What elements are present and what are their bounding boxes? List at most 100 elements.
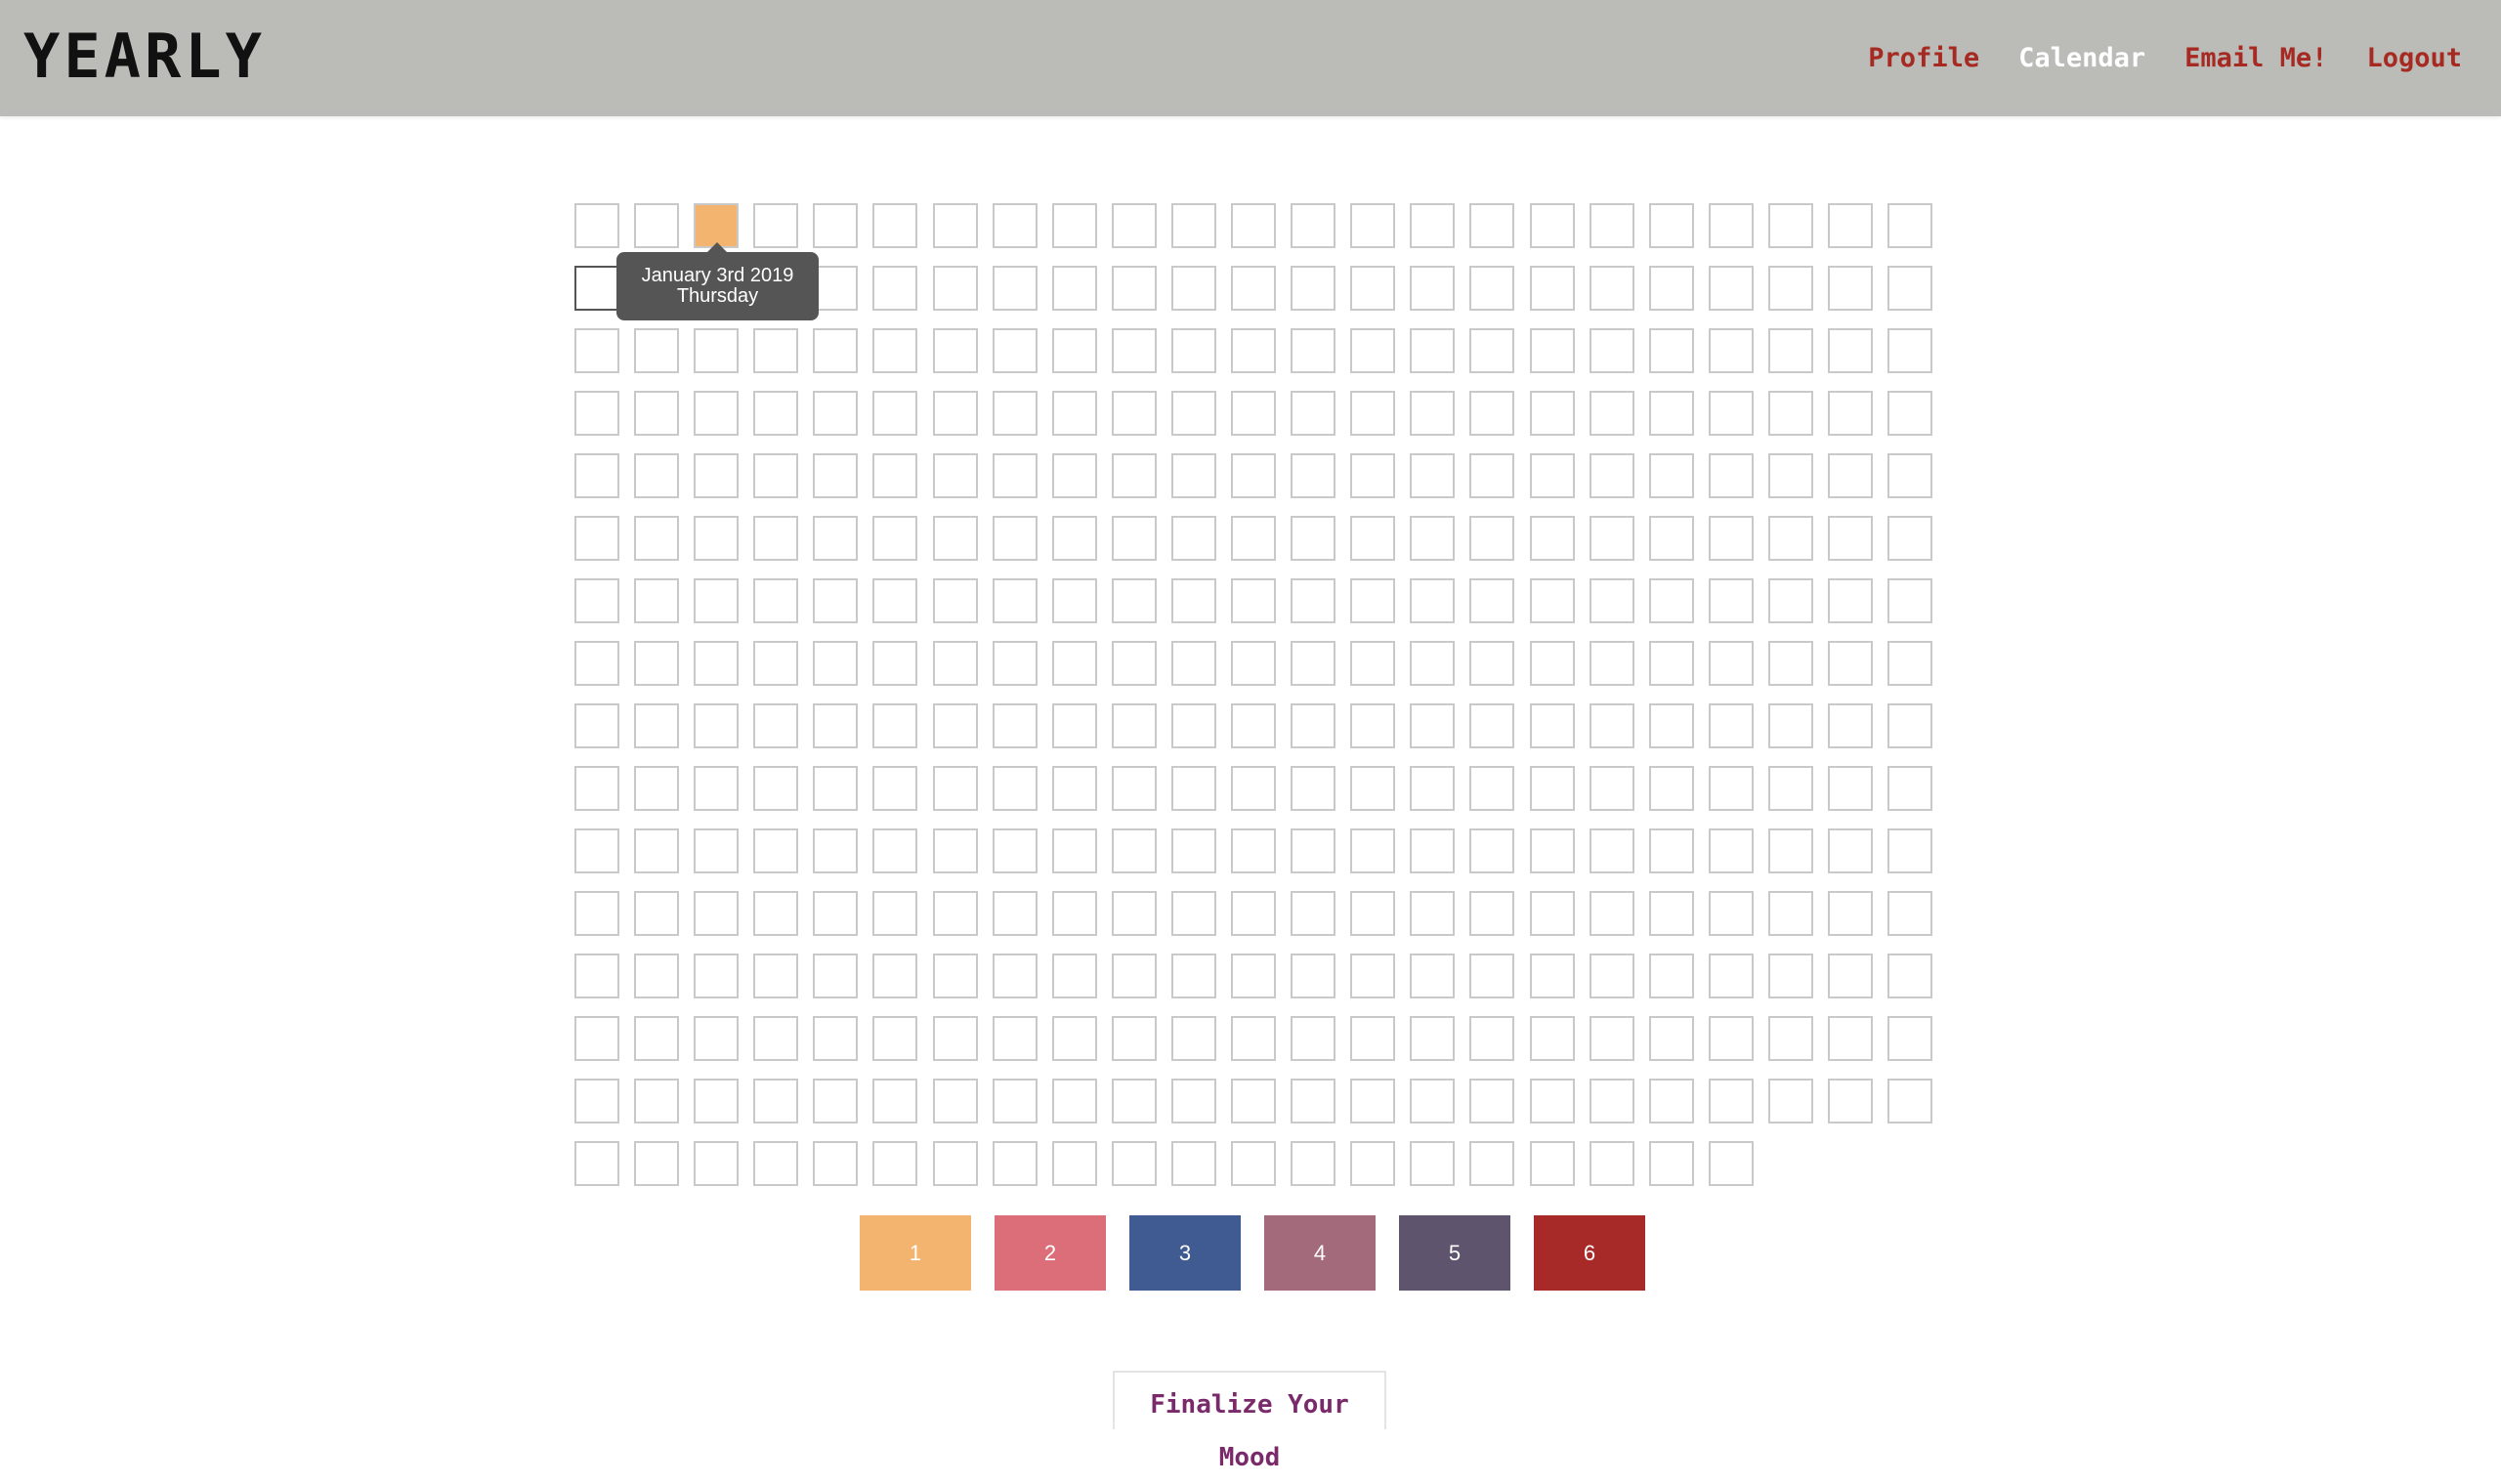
day-cell[interactable] (694, 891, 740, 936)
day-cell[interactable] (574, 1016, 619, 1061)
day-cell[interactable] (1589, 828, 1634, 873)
day-cell[interactable] (1827, 703, 1873, 748)
day-cell[interactable] (813, 766, 859, 811)
day-cell[interactable] (1291, 1016, 1336, 1061)
day-cell[interactable] (1051, 203, 1097, 248)
day-cell[interactable] (1827, 641, 1873, 686)
day-cell[interactable] (932, 453, 978, 498)
day-cell[interactable] (1589, 766, 1634, 811)
day-cell[interactable] (992, 641, 1038, 686)
day-cell[interactable] (1708, 391, 1754, 436)
day-cell[interactable] (1827, 516, 1873, 561)
day-cell[interactable] (992, 1141, 1038, 1186)
day-cell[interactable] (932, 954, 978, 998)
day-cell[interactable] (992, 954, 1038, 998)
nav-email-me[interactable]: Email Me! (2184, 35, 2327, 82)
day-cell[interactable] (932, 1079, 978, 1124)
day-cell[interactable] (1708, 828, 1754, 873)
day-cell[interactable] (1529, 203, 1575, 248)
day-cell[interactable] (1887, 328, 1933, 373)
day-cell[interactable] (1170, 766, 1216, 811)
day-cell[interactable] (1648, 703, 1694, 748)
day-cell[interactable] (634, 516, 680, 561)
day-cell[interactable] (634, 641, 680, 686)
day-cell[interactable] (1291, 578, 1336, 623)
day-cell[interactable] (1708, 1079, 1754, 1124)
day-cell[interactable] (1827, 578, 1873, 623)
day-cell[interactable] (1410, 516, 1456, 561)
day-cell[interactable] (932, 1016, 978, 1061)
day-cell[interactable] (1887, 703, 1933, 748)
day-cell[interactable] (813, 578, 859, 623)
day-cell[interactable] (872, 203, 918, 248)
day-cell[interactable] (1887, 203, 1933, 248)
day-cell[interactable] (1708, 766, 1754, 811)
day-cell[interactable] (1410, 828, 1456, 873)
day-cell[interactable] (1350, 203, 1396, 248)
mood-button-2[interactable]: 2 (995, 1215, 1106, 1291)
day-cell[interactable] (1051, 391, 1097, 436)
day-cell[interactable] (872, 328, 918, 373)
day-cell[interactable] (1231, 516, 1277, 561)
day-cell[interactable] (574, 516, 619, 561)
day-cell[interactable] (1469, 391, 1515, 436)
day-cell[interactable] (1410, 203, 1456, 248)
day-cell[interactable] (634, 203, 680, 248)
day-cell[interactable] (1410, 641, 1456, 686)
day-cell[interactable] (1708, 1016, 1754, 1061)
day-cell[interactable] (932, 328, 978, 373)
day-cell[interactable] (1887, 1016, 1933, 1061)
day-cell[interactable] (872, 578, 918, 623)
day-cell[interactable] (1589, 641, 1634, 686)
day-cell[interactable] (1170, 266, 1216, 311)
day-cell[interactable] (1291, 703, 1336, 748)
day-cell[interactable] (813, 391, 859, 436)
day-cell[interactable] (992, 766, 1038, 811)
day-cell[interactable] (1410, 954, 1456, 998)
day-cell[interactable] (932, 891, 978, 936)
day-cell[interactable] (1291, 453, 1336, 498)
day-cell[interactable] (753, 203, 799, 248)
day-cell[interactable] (753, 703, 799, 748)
day-cell[interactable] (1708, 578, 1754, 623)
day-cell[interactable] (1350, 1141, 1396, 1186)
day-cell[interactable] (1170, 328, 1216, 373)
day-cell[interactable] (1648, 828, 1694, 873)
day-cell[interactable] (1767, 1016, 1813, 1061)
day-cell[interactable] (753, 641, 799, 686)
day-cell[interactable] (574, 1141, 619, 1186)
day-cell[interactable] (1469, 516, 1515, 561)
day-cell[interactable] (1529, 328, 1575, 373)
day-cell[interactable] (1111, 1079, 1157, 1124)
day-cell[interactable] (813, 1016, 859, 1061)
day-cell[interactable] (1767, 766, 1813, 811)
day-cell[interactable] (634, 453, 680, 498)
day-cell[interactable] (1231, 766, 1277, 811)
day-cell[interactable] (813, 453, 859, 498)
day-cell[interactable] (753, 828, 799, 873)
day-cell[interactable] (992, 1079, 1038, 1124)
day-cell[interactable] (1887, 766, 1933, 811)
day-cell[interactable] (1291, 1079, 1336, 1124)
day-cell[interactable] (1767, 203, 1813, 248)
day-cell[interactable] (634, 578, 680, 623)
day-cell[interactable] (1648, 1141, 1694, 1186)
day-cell[interactable] (1589, 954, 1634, 998)
day-cell[interactable] (634, 328, 680, 373)
day-cell[interactable] (1767, 641, 1813, 686)
day-cell[interactable] (1589, 703, 1634, 748)
day-cell[interactable] (1170, 1016, 1216, 1061)
day-cell[interactable] (1291, 954, 1336, 998)
day-cell[interactable] (1051, 703, 1097, 748)
day-cell[interactable] (1529, 891, 1575, 936)
day-cell[interactable] (1111, 641, 1157, 686)
day-cell[interactable] (634, 703, 680, 748)
mood-button-4[interactable]: 4 (1264, 1215, 1376, 1291)
day-cell[interactable] (872, 266, 918, 311)
day-cell[interactable] (694, 391, 740, 436)
day-cell[interactable] (1529, 578, 1575, 623)
day-cell[interactable] (1589, 266, 1634, 311)
mood-button-6[interactable]: 6 (1534, 1215, 1645, 1291)
day-cell[interactable] (1350, 828, 1396, 873)
day-cell[interactable] (813, 641, 859, 686)
